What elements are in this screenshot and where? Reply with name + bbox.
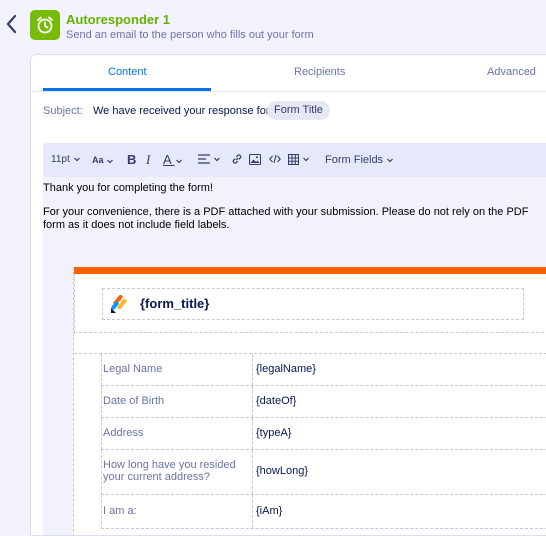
tab-advanced[interactable]: Advanced — [487, 66, 536, 78]
email-body-editor[interactable]: Thank you for completing the form! For y… — [43, 177, 546, 535]
field-label: I am a: — [103, 505, 137, 517]
field-value: {howLong} — [256, 465, 308, 477]
chevron-down-icon — [302, 157, 309, 162]
email-header-bar — [74, 267, 546, 274]
table-row: Legal Name {legalName} — [101, 354, 546, 386]
chevron-down-icon — [73, 157, 80, 162]
field-value: {legalName} — [256, 363, 316, 375]
table-row: How long have you resided your current a… — [101, 450, 546, 495]
cell-divider — [252, 386, 253, 417]
link-icon — [232, 154, 242, 164]
cell-divider — [252, 354, 253, 385]
align-left-icon — [198, 154, 210, 165]
field-value: {iAm} — [256, 505, 283, 517]
email-form-title: {form_title} — [140, 296, 210, 311]
subject-input[interactable]: We have received your response for — [93, 105, 270, 117]
subject-form-title-chip[interactable]: Form Title — [267, 101, 330, 120]
body-line: Thank you for completing the form! — [43, 182, 213, 194]
chevron-down-icon — [387, 158, 394, 163]
bold-button[interactable]: B — [127, 143, 136, 177]
link-button[interactable] — [231, 143, 243, 177]
body-line: form as it does not include field labels… — [43, 219, 230, 231]
table-row: Address {typeA} — [101, 418, 546, 450]
align-dropdown[interactable] — [198, 143, 221, 177]
image-icon — [248, 153, 262, 165]
text-color-dropdown[interactable]: A — [163, 143, 183, 177]
table-row: Date of Birth {dateOf} — [101, 386, 546, 418]
email-template: {form_title} Legal Name {legalName} Date… — [73, 267, 546, 535]
font-size-value: 11pt — [51, 154, 70, 165]
chevron-down-icon — [107, 159, 113, 163]
autoresponder-card: Content Recipients Advanced Subject: We … — [30, 54, 546, 536]
form-fields-dropdown[interactable]: Form Fields — [325, 143, 394, 177]
jotform-logo-icon — [111, 293, 127, 313]
text-size-dropdown[interactable]: Aa — [92, 143, 114, 177]
field-value: {dateOf} — [256, 395, 297, 407]
page-subtitle: Send an email to the person who fills ou… — [66, 29, 314, 41]
tab-content[interactable]: Content — [108, 66, 147, 78]
email-header-inner: {form_title} — [102, 288, 524, 320]
cell-divider — [252, 418, 253, 449]
field-label: How long have you resided your current a… — [103, 459, 236, 483]
table-dropdown[interactable] — [287, 143, 310, 177]
cell-divider — [252, 450, 253, 494]
font-size-dropdown[interactable]: 11pt — [51, 143, 81, 177]
field-label: Legal Name — [103, 363, 163, 375]
active-tab-indicator — [43, 88, 211, 91]
chevron-down-icon — [175, 159, 182, 163]
subject-label: Subject: — [43, 105, 83, 117]
tab-bar: Content Recipients Advanced — [31, 55, 546, 92]
field-value: {typeA} — [256, 427, 292, 439]
back-arrow-icon[interactable] — [4, 12, 20, 36]
table-icon — [287, 153, 300, 165]
code-icon — [269, 155, 281, 164]
table-row: I am a: {iAm} — [101, 495, 546, 529]
cell-divider — [252, 495, 253, 528]
text-size-label: Aa — [92, 155, 104, 165]
tab-recipients[interactable]: Recipients — [294, 66, 345, 78]
page-title: Autoresponder 1 — [66, 12, 171, 27]
source-code-button[interactable] — [269, 143, 281, 177]
field-label: Date of Birth — [103, 395, 165, 407]
editor-toolbar: 11pt Aa B I A Form Fields — [43, 143, 546, 177]
italic-button[interactable]: I — [146, 143, 150, 177]
image-button[interactable] — [248, 143, 262, 177]
text-color-label: A — [163, 152, 171, 167]
form-fields-label: Form Fields — [325, 154, 384, 166]
email-header-block: {form_title} — [74, 274, 546, 333]
body-line: For your convenience, there is a PDF att… — [43, 206, 529, 218]
autoresponder-icon — [30, 10, 60, 40]
email-spacer — [74, 333, 546, 354]
chevron-down-icon — [213, 157, 220, 162]
field-label: Address — [103, 427, 144, 439]
